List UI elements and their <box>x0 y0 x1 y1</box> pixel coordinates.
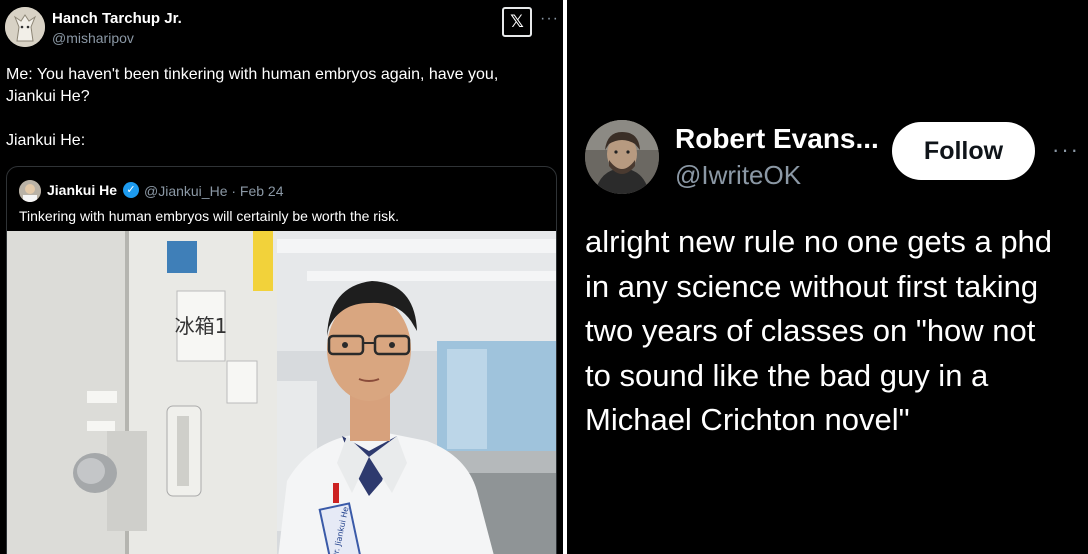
tweet-text: Me: You haven't been tinkering with huma… <box>6 64 551 152</box>
left-tweet-panel: Hanch Tarchup Jr. @misharipov 𝕏 ··· Me: … <box>0 0 563 554</box>
tweet-line: Me: You haven't been tinkering with huma… <box>6 66 499 83</box>
tweet-line: to sound like the bad guy in a <box>585 357 989 393</box>
right-tweet-panel: Robert Evans... @IwriteOK Follow ··· alr… <box>567 0 1088 554</box>
author-handle[interactable]: @misharipov <box>52 30 134 46</box>
tweet-line: Jiankui He? <box>6 88 90 105</box>
quoted-author-name[interactable]: Jiankui He <box>47 182 117 198</box>
freezer-sign-text: 冰箱1 <box>175 314 228 338</box>
quoted-author-avatar[interactable] <box>19 180 41 202</box>
author-avatar[interactable] <box>585 120 659 194</box>
quoted-tweet-text: Tinkering with human embryos will certai… <box>19 208 399 224</box>
quoted-handle-date[interactable]: @Jiankui_He · Feb 24 <box>144 183 284 199</box>
quoted-photo[interactable]: 冰箱1 Dr. Jiankui He <box>7 231 556 554</box>
follow-button[interactable]: Follow <box>892 122 1035 180</box>
verified-badge-icon: ✓ <box>123 182 139 198</box>
quoted-tweet[interactable]: Jiankui He ✓ @Jiankui_He · Feb 24 Tinker… <box>6 166 557 554</box>
tweet-line: two years of classes on "how not <box>585 313 1036 348</box>
author-avatar[interactable] <box>5 7 45 47</box>
more-icon[interactable]: ··· <box>540 10 559 28</box>
tweet-line: alright new rule no one gets a phd <box>585 224 1053 259</box>
author-name[interactable]: Hanch Tarchup Jr. <box>52 10 182 27</box>
tweet-line: Jiankui He: <box>6 132 86 149</box>
x-logo-icon[interactable]: 𝕏 <box>502 7 532 37</box>
tweet-text: alright new rule no one gets a phd in an… <box>585 220 1080 443</box>
tweet-line: Michael Crichton novel" <box>585 402 910 437</box>
author-handle[interactable]: @IwriteOK <box>675 160 801 191</box>
more-icon[interactable]: ··· <box>1052 137 1080 163</box>
author-name[interactable]: Robert Evans... <box>675 123 879 155</box>
tweet-line: in any science without first taking <box>585 268 1039 304</box>
